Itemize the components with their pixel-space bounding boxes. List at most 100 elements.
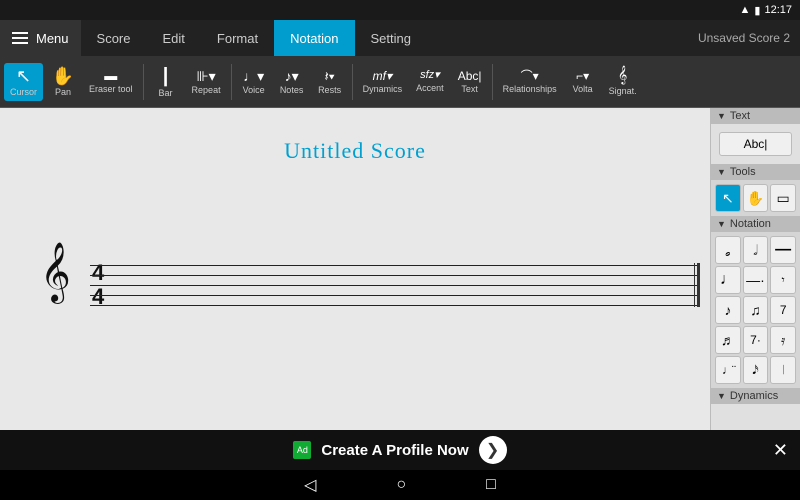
notation-section-label: Notation — [730, 218, 771, 230]
dynamics-section-label: Dynamics — [730, 390, 778, 402]
notation-btn-15[interactable]: 𝄀 — [770, 356, 796, 384]
accent-label: Accent — [416, 83, 444, 93]
tool-accent[interactable]: sfz▾ Accent — [410, 66, 450, 97]
notation-btn-7[interactable]: ♪ — [715, 296, 741, 324]
menu-button[interactable]: Menu — [0, 20, 81, 56]
separator-1 — [143, 64, 144, 100]
staff-line-5 — [90, 305, 700, 306]
voice-icon: ♩▾ — [243, 69, 264, 83]
volta-label: Volta — [573, 84, 593, 94]
tool-relationships[interactable]: ⌒▾ Relationships — [497, 66, 563, 98]
tool-eraser[interactable]: ▬ Eraser tool — [83, 65, 139, 98]
tool-dynamics[interactable]: mf▾ Dynamics — [357, 66, 409, 98]
notation-btn-4[interactable]: ♩ — [715, 266, 741, 294]
ad-banner: Ad Create A Profile Now ❯ ✕ — [0, 430, 800, 470]
tool-text[interactable]: Abc| Text — [452, 66, 488, 98]
battery-icon: ▮ — [754, 4, 760, 17]
dynamics-section-arrow: ▼ — [717, 391, 726, 401]
ad-sponsor-icon: Ad — [293, 441, 311, 459]
notation-btn-12[interactable]: 𝄿 — [770, 326, 796, 354]
tool-notes[interactable]: ♪▾ Notes — [274, 65, 310, 99]
panel-eraser-button[interactable]: ▭ — [770, 184, 796, 212]
signature-label: Signat. — [609, 86, 637, 96]
android-nav-bar: ◁ ○ □ — [0, 470, 800, 500]
eraser-label: Eraser tool — [89, 84, 133, 94]
menu-item-edit[interactable]: Edit — [147, 20, 201, 56]
tool-volta[interactable]: ⌐▾ Volta — [565, 66, 601, 98]
tool-pan[interactable]: ✋ Pan — [45, 63, 81, 101]
ad-arrow-button[interactable]: ❯ — [479, 436, 507, 464]
tool-signature[interactable]: 𝄞 Signat. — [603, 64, 643, 100]
main-container: Untitled Score 𝄞 4 4 — [0, 108, 800, 430]
separator-4 — [492, 64, 493, 100]
nav-back-button[interactable]: ◁ — [304, 475, 316, 495]
notation-btn-2[interactable]: 𝅗𝅥 — [743, 236, 769, 264]
notation-btn-11[interactable]: 7· — [743, 326, 769, 354]
end-barline-thin — [694, 263, 695, 307]
pan-icon: ✋ — [52, 67, 74, 85]
menu-item-notation[interactable]: Notation — [274, 20, 354, 56]
text-icon: Abc| — [458, 70, 482, 82]
menu-item-setting[interactable]: Setting — [355, 20, 427, 56]
tool-rests[interactable]: 𝄽▾ Rests — [312, 65, 348, 99]
notation-btn-3[interactable]: — — [770, 236, 796, 264]
notation-btn-6[interactable]: 𝄾 — [770, 266, 796, 294]
end-barline-thick — [697, 263, 700, 307]
text-section-content: Abc| — [711, 124, 800, 164]
notation-btn-1[interactable]: 𝅗 — [715, 236, 741, 264]
staff-lines — [90, 265, 700, 305]
tool-cursor[interactable]: ↖ Cursor — [4, 63, 43, 101]
notes-label: Notes — [280, 85, 304, 95]
notation-btn-10[interactable]: ♬ — [715, 326, 741, 354]
staff: 𝄞 4 4 — [40, 265, 700, 325]
tool-repeat[interactable]: ⊪▾ Repeat — [186, 65, 227, 99]
notation-btn-9[interactable]: 7 — [770, 296, 796, 324]
notation-section-grid: 𝅗 𝅗𝅥 — ♩ —· 𝄾 ♪ ♫ 7 ♬ 7· 𝄿 ♩̈ 𝅘𝅥𝅯 𝄀 — [711, 232, 800, 388]
hamburger-icon — [12, 32, 28, 44]
tool-voice[interactable]: ♩▾ Voice — [236, 65, 272, 99]
tools-section-arrow: ▼ — [717, 167, 726, 177]
notation-btn-14[interactable]: 𝅘𝅥𝅯 — [743, 356, 769, 384]
nav-home-button[interactable]: ○ — [396, 476, 406, 494]
notes-icon: ♪▾ — [285, 69, 299, 83]
tool-bar[interactable]: | Bar — [148, 62, 184, 102]
separator-3 — [352, 64, 353, 100]
nav-recent-button[interactable]: □ — [486, 476, 496, 494]
panel-pan-button[interactable]: ✋ — [743, 184, 769, 212]
text-abc-button[interactable]: Abc| — [719, 132, 792, 156]
tools-section-grid: ↖ ✋ ▭ — [711, 180, 800, 216]
menu-item-score[interactable]: Score — [81, 20, 147, 56]
ad-close-button[interactable]: ✕ — [773, 440, 788, 461]
panel-tools-header[interactable]: ▼ Tools — [711, 164, 800, 180]
repeat-label: Repeat — [192, 85, 221, 95]
dynamics-icon: mf▾ — [373, 70, 392, 82]
panel-notation-header[interactable]: ▼ Notation — [711, 216, 800, 232]
score-area: Untitled Score 𝄞 4 4 — [0, 108, 710, 430]
pan-label: Pan — [55, 87, 71, 97]
time-text: 12:17 — [764, 4, 792, 16]
menu-bar: Menu Score Edit Format Notation Setting … — [0, 20, 800, 56]
text-section-arrow: ▼ — [717, 111, 726, 121]
panel-cursor-button[interactable]: ↖ — [715, 184, 741, 212]
volta-icon: ⌐▾ — [576, 70, 589, 82]
relationships-icon: ⌒▾ — [521, 70, 539, 82]
status-bar: ▲ ▮ 12:17 — [0, 0, 800, 20]
panel-text-header[interactable]: ▼ Text — [711, 108, 800, 124]
text-label: Text — [461, 84, 478, 94]
staff-line-1 — [90, 265, 700, 266]
staff-line-3 — [90, 285, 700, 286]
notation-btn-5[interactable]: —· — [743, 266, 769, 294]
wifi-icon: ▲ — [740, 4, 751, 16]
score-filename: Unsaved Score 2 — [688, 20, 800, 56]
staff-container: 𝄞 4 4 — [40, 255, 700, 325]
panel-dynamics-header[interactable]: ▼ Dynamics — [711, 388, 800, 404]
menu-item-format[interactable]: Format — [201, 20, 274, 56]
rests-label: Rests — [318, 85, 341, 95]
bar-label: Bar — [159, 88, 173, 98]
cursor-label: Cursor — [10, 87, 37, 97]
notation-btn-8[interactable]: ♫ — [743, 296, 769, 324]
notation-btn-13[interactable]: ♩̈ — [715, 356, 741, 384]
right-panel: ▼ Text Abc| ▼ Tools ↖ ✋ ▭ ▼ Notation 𝅗 𝅗… — [710, 108, 800, 430]
staff-line-2 — [90, 275, 700, 276]
voice-label: Voice — [243, 85, 265, 95]
